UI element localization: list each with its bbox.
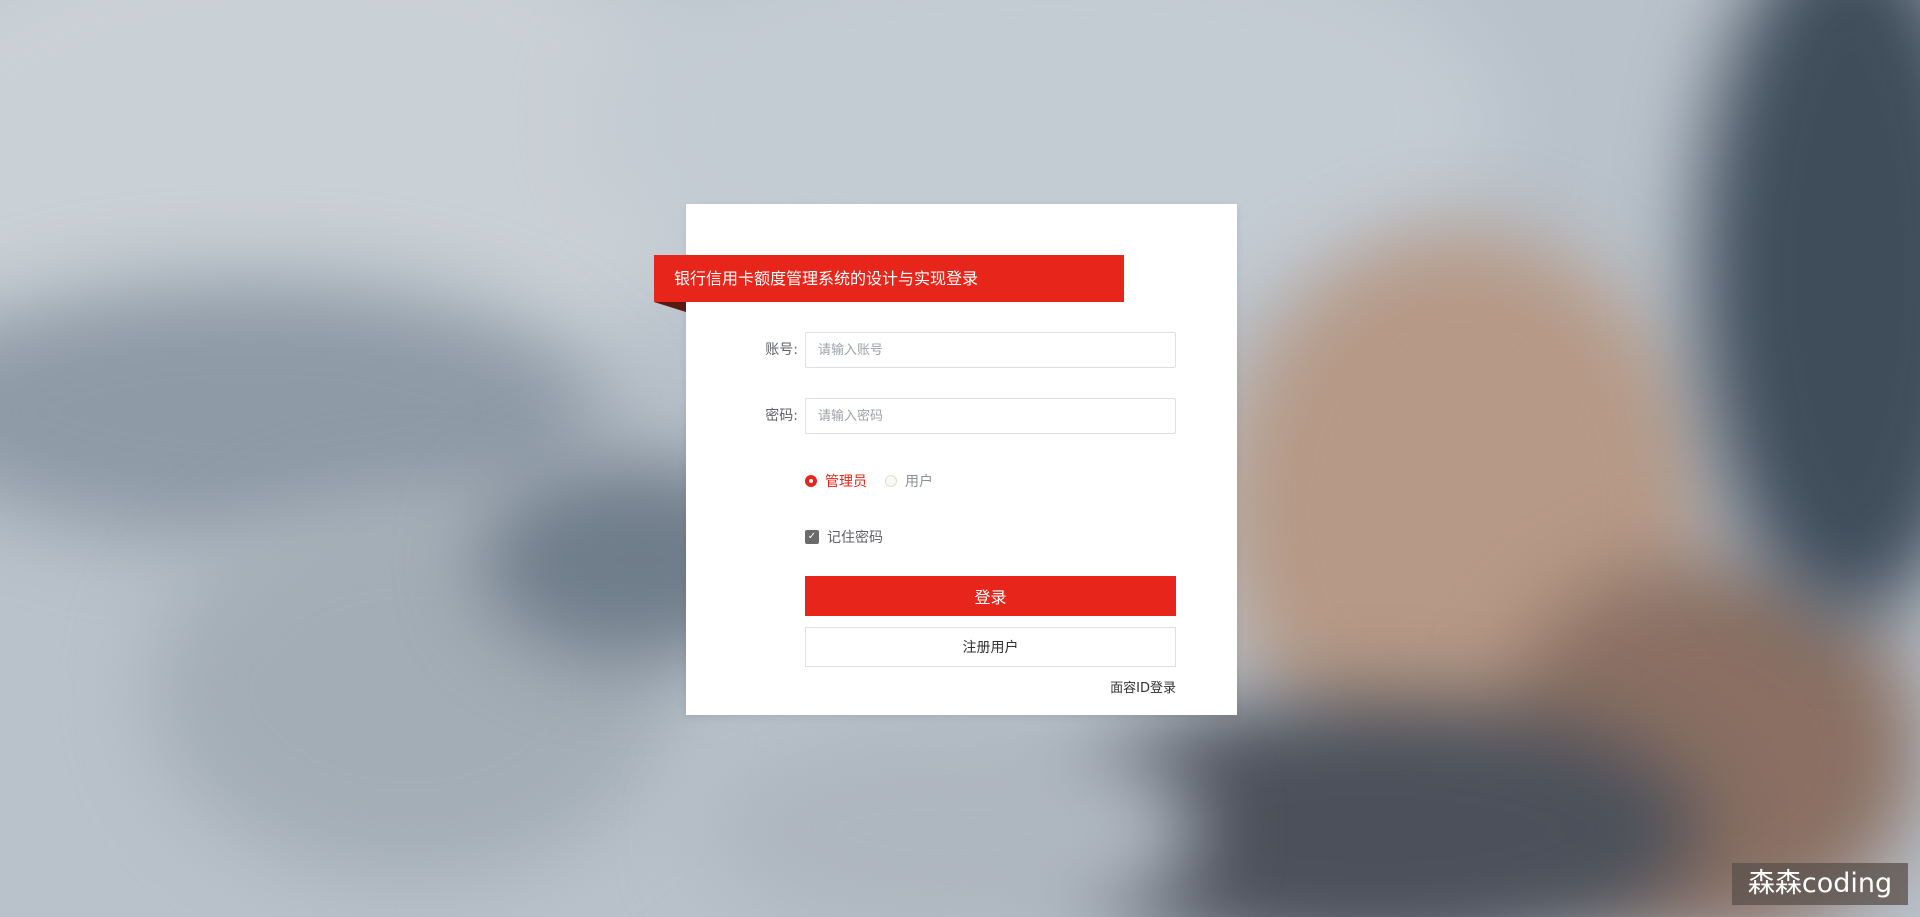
- radio-admin-label: 管理员: [825, 474, 867, 490]
- remember-password-checkbox[interactable]: ✓ 记住密码: [805, 527, 883, 547]
- role-radio-group: 管理员 用户: [805, 472, 951, 490]
- login-button[interactable]: 登录: [805, 576, 1176, 616]
- account-label: 账号:: [765, 342, 798, 358]
- faceid-login-link[interactable]: 面容ID登录: [1080, 677, 1176, 696]
- account-input[interactable]: [805, 332, 1176, 368]
- password-label: 密码:: [765, 408, 798, 424]
- account-row: 账号:: [686, 332, 1237, 368]
- remember-password-label: 记住密码: [827, 530, 883, 546]
- password-row: 密码:: [686, 398, 1237, 434]
- radio-user-label: 用户: [905, 474, 933, 490]
- watermark: 森森coding: [1732, 863, 1908, 905]
- ribbon-fold: [654, 302, 686, 312]
- register-button[interactable]: 注册用户: [805, 627, 1176, 667]
- checkmark-icon: ✓: [805, 530, 819, 544]
- radio-admin[interactable]: 管理员: [805, 471, 867, 491]
- radio-user[interactable]: 用户: [885, 471, 933, 491]
- radio-unchecked-icon: [885, 475, 897, 487]
- radio-checked-icon: [805, 475, 817, 487]
- login-title: 银行信用卡额度管理系统的设计与实现登录: [654, 255, 1124, 302]
- password-input[interactable]: [805, 398, 1176, 434]
